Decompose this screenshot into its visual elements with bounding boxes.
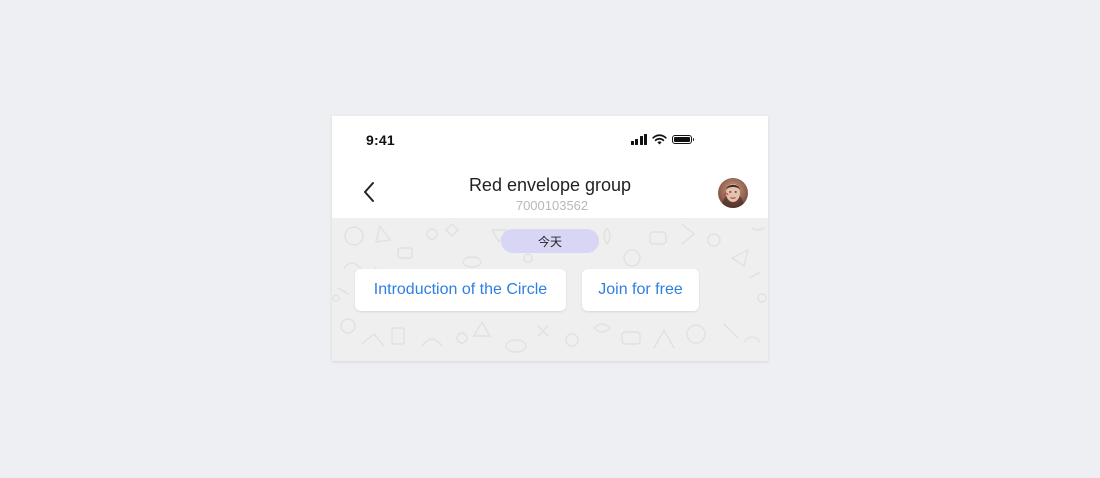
wifi-icon bbox=[652, 133, 667, 144]
chat-header: Red envelope group 7000103562 bbox=[332, 162, 768, 218]
group-id: 7000103562 bbox=[515, 198, 589, 213]
status-bar: 9:41 bbox=[332, 116, 768, 162]
user-avatar[interactable] bbox=[718, 178, 748, 208]
cellular-signal-icon bbox=[630, 133, 647, 145]
phone-screen: 9:41 Red envelope group 7000103562 今天 In… bbox=[332, 116, 768, 361]
join-for-free-button[interactable]: Join for free bbox=[582, 269, 699, 311]
introduction-button[interactable]: Introduction of the Circle bbox=[355, 269, 566, 311]
date-separator: 今天 bbox=[501, 229, 599, 253]
status-time: 9:41 bbox=[366, 132, 395, 148]
status-icons bbox=[630, 132, 694, 146]
chat-area: 今天 Introduction of the Circle Join for f… bbox=[332, 218, 768, 361]
group-title: Red envelope group bbox=[468, 175, 632, 195]
battery-icon bbox=[672, 134, 694, 144]
avatar-image bbox=[718, 178, 748, 208]
